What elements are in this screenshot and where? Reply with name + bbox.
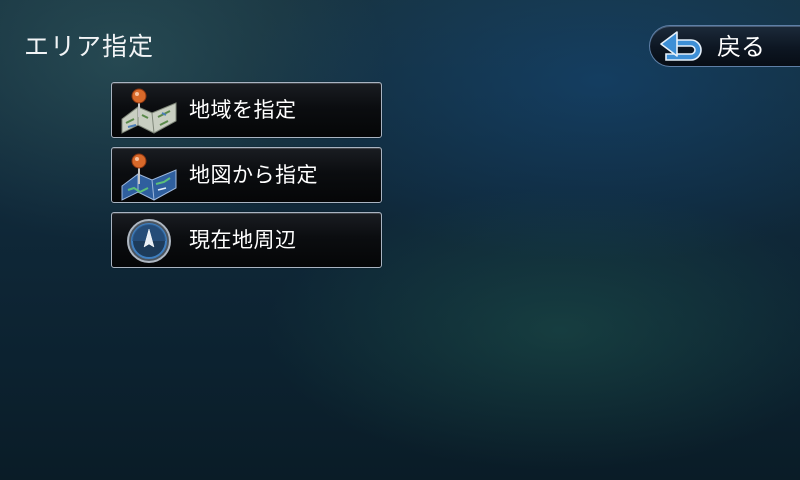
screen: エリア指定 戻る 地域を指定 地図から指定 現在地周辺 bbox=[0, 0, 800, 480]
menu-item-label: 地域を指定 bbox=[189, 98, 297, 122]
region-select-button[interactable]: 地域を指定 bbox=[111, 82, 382, 138]
menu-item-label: 地図から指定 bbox=[189, 163, 318, 187]
back-button[interactable]: 戻る bbox=[649, 25, 800, 67]
page-title: エリア指定 bbox=[24, 32, 155, 61]
back-label: 戻る bbox=[717, 33, 765, 61]
map-pin-icon bbox=[121, 88, 177, 134]
map-select-button[interactable]: 地図から指定 bbox=[111, 147, 382, 203]
menu-item-label: 現在地周辺 bbox=[189, 228, 297, 252]
map-pin-icon bbox=[121, 153, 177, 201]
compass-icon bbox=[127, 219, 171, 263]
current-location-button[interactable]: 現在地周辺 bbox=[111, 212, 382, 268]
return-arrow-icon bbox=[660, 31, 702, 61]
